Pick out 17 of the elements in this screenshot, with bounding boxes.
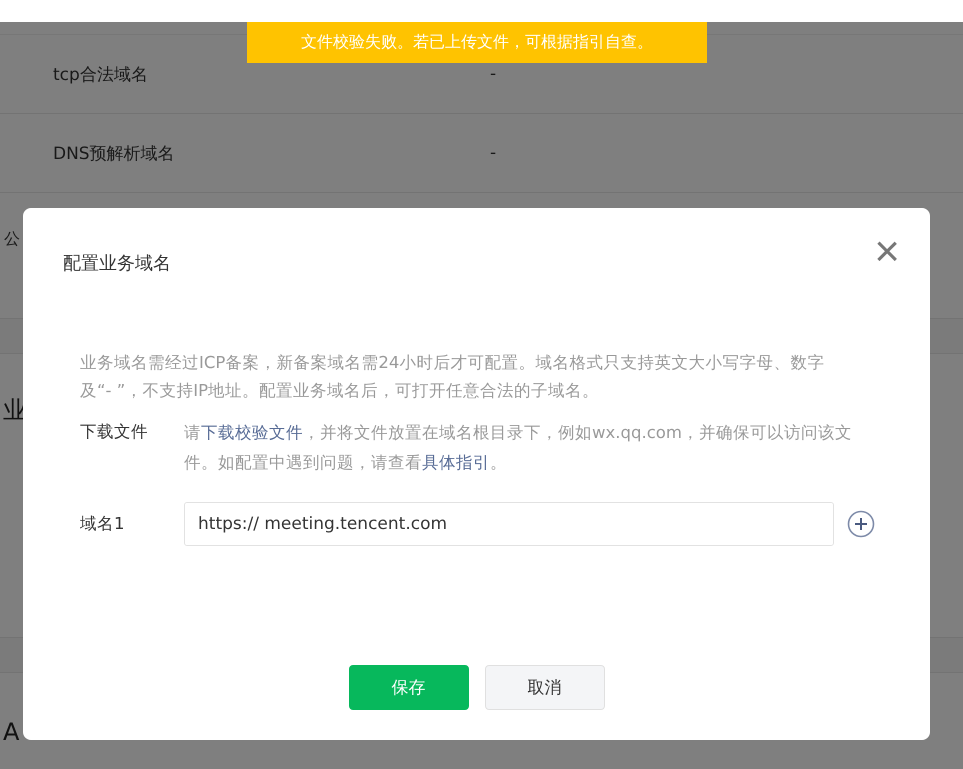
row-value: -	[490, 64, 496, 84]
row-label: 公	[4, 229, 20, 250]
row-label: DNS预解析域名	[53, 142, 176, 164]
cancel-button[interactable]: 取消	[484, 665, 604, 710]
row-label: tcp合法域名	[53, 64, 149, 86]
add-icon[interactable]	[847, 510, 875, 538]
domain-input-field[interactable]: https:// meeting.tencent.com	[184, 502, 834, 546]
download-instructions: 请下载校验文件，并将文件放置在域名根目录下，例如wx.qq.com，并确保可以访问该文件。如配置中遇到问题，请查看具体指引。	[184, 422, 853, 474]
error-toast: 文件校验失败。若已上传文件，可根据指引自查。	[247, 22, 707, 63]
field-label: 域名1	[80, 513, 126, 535]
dialog-title: 配置业务域名	[63, 252, 171, 275]
description-text: 业务域名需经过ICP备案，新备案域名需24小时后才可配置。域名格式只支持英文大小写字母、数字及“- ”，不支持IP地址。配置业务域名后，可打开任意合法的子域名。	[80, 352, 826, 402]
link[interactable]: 具体指引	[422, 453, 490, 472]
field-label: 下载文件	[80, 421, 149, 443]
section-title: A	[3, 718, 20, 746]
row-value: -	[490, 143, 496, 163]
link[interactable]: 下载校验文件	[201, 423, 303, 442]
